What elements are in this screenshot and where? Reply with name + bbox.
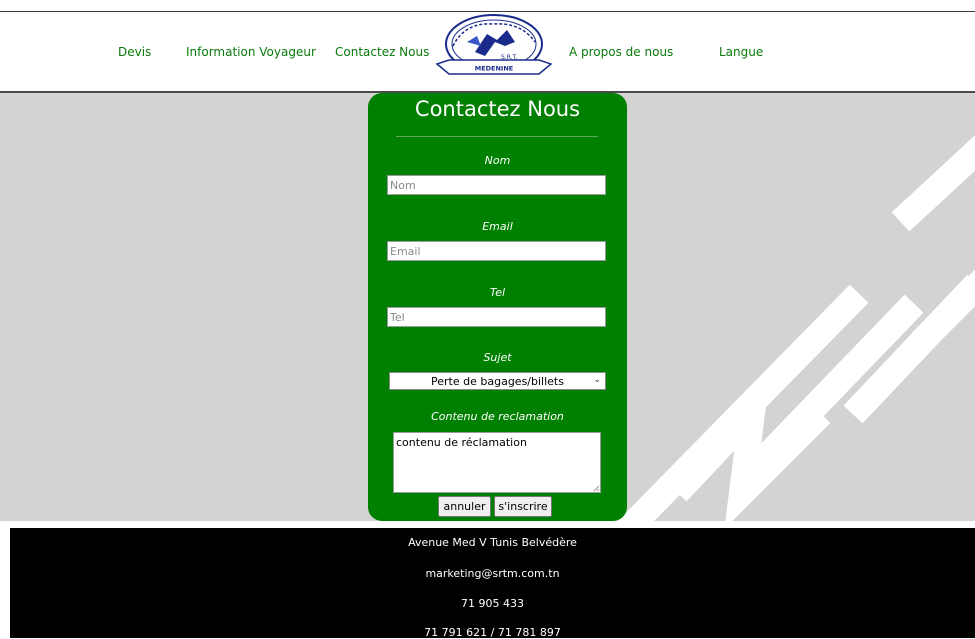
nav-a-propos[interactable]: A propos de nous: [569, 45, 673, 59]
email-input[interactable]: [387, 241, 606, 261]
sujet-selected-value: Perte de bagages/billets: [431, 374, 564, 388]
nav-information-voyageur[interactable]: Information Voyageur: [186, 45, 316, 59]
cancel-button[interactable]: annuler: [438, 496, 491, 517]
resize-grip-icon[interactable]: [593, 485, 600, 492]
footer-address: Avenue Med V Tunis Belvédère: [408, 536, 577, 549]
nom-input[interactable]: [387, 175, 606, 195]
tel-input[interactable]: [387, 307, 606, 327]
nav-devis[interactable]: Devis: [118, 45, 151, 59]
contenu-label: Contenu de reclamation: [431, 410, 564, 423]
contact-form-card: Contactez Nous Nom Email Tel Sujet Perte…: [368, 93, 627, 521]
footer-phones: 71 791 621 / 71 781 897: [424, 626, 561, 639]
sujet-label: Sujet: [483, 351, 512, 364]
contenu-textarea[interactable]: contenu de réclamation: [393, 432, 601, 493]
srtm-logo[interactable]: S.R.T. MEDENINE: [435, 12, 553, 79]
email-label: Email: [482, 220, 513, 233]
title-divider: [396, 136, 598, 137]
footer-email: marketing@srtm.com.tn: [425, 567, 560, 580]
submit-button[interactable]: s'inscrire: [494, 496, 552, 517]
footer-phone: 71 905 433: [461, 597, 524, 610]
tel-label: Tel: [489, 286, 506, 299]
sujet-select[interactable]: Perte de bagages/billets ⌄: [389, 372, 606, 390]
chevron-down-icon: ⌄: [593, 375, 601, 385]
logo-city: MEDENINE: [475, 65, 513, 73]
nav-contactez-nous[interactable]: Contactez Nous: [335, 45, 429, 59]
nav-langue[interactable]: Langue: [719, 45, 763, 59]
form-title: Contactez Nous: [414, 97, 581, 121]
footer: Avenue Med V Tunis Belvédère marketing@s…: [10, 528, 975, 639]
nom-label: Nom: [484, 154, 511, 167]
